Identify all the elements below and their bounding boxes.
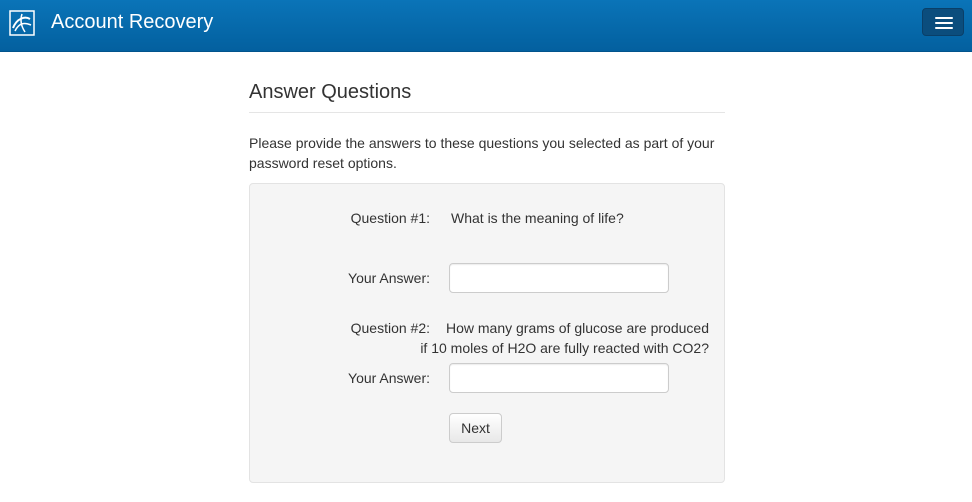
answer-1-input[interactable] — [449, 263, 669, 293]
page-title: Answer Questions — [249, 80, 725, 113]
question-2-label: Question #2: — [350, 320, 430, 336]
answer-2-input[interactable] — [449, 363, 669, 393]
intro-text: Please provide the answers to these ques… — [249, 135, 715, 171]
answer-1-label: Your Answer: — [348, 270, 430, 286]
question-2-text-line-2: if 10 moles of H2O are fully reacted wit… — [420, 340, 709, 356]
hamburger-menu-button[interactable] — [922, 8, 964, 36]
question-2-text-line-1: How many grams of glucose are produced — [445, 320, 709, 336]
top-navbar: Account Recovery — [0, 0, 972, 52]
app-title: Account Recovery — [51, 11, 214, 33]
questions-form: Question #1: What is the meaning of life… — [249, 183, 725, 483]
question-1-text: What is the meaning of life? — [451, 210, 624, 226]
hamburger-menu-icon-bar — [935, 27, 953, 29]
answer-2-label: Your Answer: — [348, 370, 430, 386]
question-1-label: Question #1: — [350, 210, 430, 226]
hamburger-menu-icon — [935, 17, 953, 19]
next-button[interactable]: Next — [449, 413, 502, 443]
hamburger-menu-icon-bar — [935, 22, 953, 24]
brand-logo-icon — [9, 10, 35, 36]
